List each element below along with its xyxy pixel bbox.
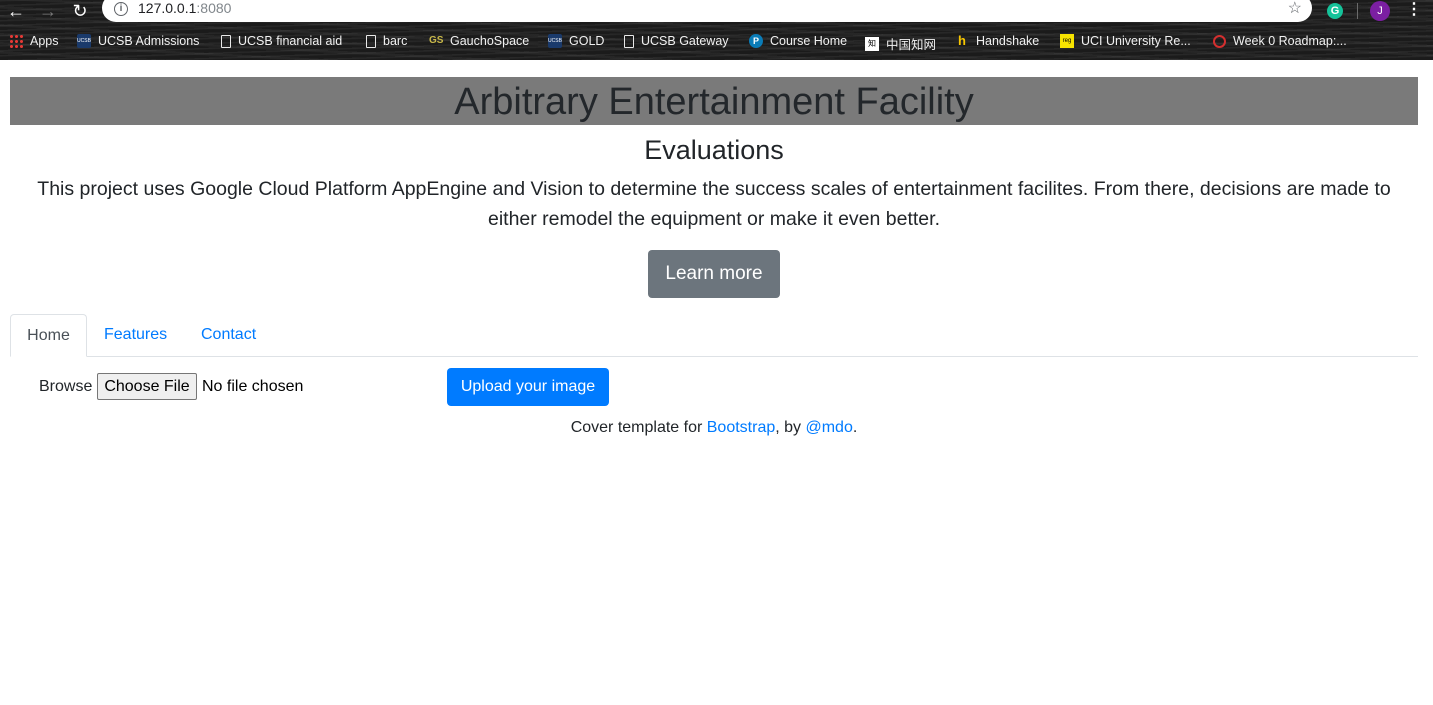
- bookmark-handshake[interactable]: h Handshake: [955, 33, 1040, 49]
- choose-file-button[interactable]: Choose File: [97, 373, 197, 400]
- bookmark-label: GauchoSpace: [450, 34, 530, 48]
- toolbar-divider: [1357, 3, 1358, 19]
- url-host: 127.0.0.1: [138, 0, 197, 16]
- site-info-icon[interactable]: i: [114, 2, 128, 16]
- url-port: :8080: [196, 0, 232, 16]
- gauchospace-icon: GS: [429, 35, 444, 46]
- document-icon: [221, 34, 231, 48]
- bookmark-barc[interactable]: barc: [364, 34, 407, 48]
- bookmark-gauchospace[interactable]: GS GauchoSpace: [429, 34, 529, 48]
- reload-icon[interactable]: ↻: [69, 0, 91, 22]
- document-icon: [624, 34, 634, 48]
- page-title: Arbitrary Entertainment Facility: [10, 77, 1418, 125]
- handshake-icon: h: [958, 33, 966, 48]
- tab-features[interactable]: Features: [104, 314, 167, 357]
- bookmark-week0-roadmap[interactable]: Week 0 Roadmap:...: [1213, 34, 1347, 48]
- footer-suffix: .: [852, 419, 858, 436]
- bookmark-cnki[interactable]: 知 中国知网: [865, 34, 936, 53]
- back-arrow-icon[interactable]: ←: [5, 0, 27, 22]
- reg-icon: reg: [1060, 34, 1074, 48]
- bookmark-course-home[interactable]: P Course Home: [749, 34, 847, 48]
- mdo-link[interactable]: @mdo: [805, 419, 852, 436]
- bookmark-label: Handshake: [976, 34, 1040, 48]
- nav-tabs: Home Features Contact: [10, 314, 1418, 357]
- file-status-text: No file chosen: [202, 378, 304, 395]
- footer-credit: Cover template for Bootstrap, by @mdo.: [0, 417, 1428, 439]
- address-bar[interactable]: i 127.0.0.1:8080 ☆: [102, 0, 1312, 22]
- bookmark-label: UCSB Admissions: [98, 34, 200, 48]
- bootstrap-link[interactable]: Bootstrap: [707, 419, 775, 436]
- bookmark-label: GOLD: [569, 34, 605, 48]
- bookmark-label: UCSB Gateway: [641, 34, 729, 48]
- document-icon: [366, 34, 376, 48]
- cnki-icon: 知: [865, 36, 879, 51]
- browser-menu-icon[interactable]: ⋮: [1406, 1, 1422, 21]
- bookmark-apps[interactable]: Apps: [9, 34, 59, 48]
- tab-home[interactable]: Home: [10, 314, 87, 357]
- bookmark-uci-university[interactable]: reg UCI University Re...: [1060, 34, 1191, 48]
- bookmark-label: Week 0 Roadmap:...: [1233, 34, 1347, 48]
- footer-prefix: Cover template for: [570, 419, 707, 436]
- bookmark-label: UCI University Re...: [1081, 34, 1191, 48]
- bookmark-label: Course Home: [770, 34, 848, 48]
- page-content: Arbitrary Entertainment Facility Evaluat…: [0, 60, 1433, 705]
- profile-avatar[interactable]: J: [1370, 1, 1390, 21]
- bookmark-ucsb-admissions[interactable]: UCSB UCSB Admissions: [77, 34, 199, 48]
- apps-grid-icon: [9, 34, 23, 48]
- grammarly-extension-icon[interactable]: G: [1327, 3, 1343, 19]
- bookmark-star-icon[interactable]: ☆: [1288, 0, 1302, 18]
- tab-contact[interactable]: Contact: [201, 314, 256, 357]
- upload-image-button[interactable]: Upload your image: [447, 368, 609, 406]
- ucsb-icon: UCSB: [77, 34, 91, 48]
- bookmark-ucsb-gateway[interactable]: UCSB Gateway: [622, 34, 729, 48]
- bookmark-label: Apps: [30, 34, 59, 48]
- bookmark-label: 中国知网: [886, 38, 937, 52]
- bookmarks-bar: Apps UCSB UCSB Admissions UCSB financial…: [0, 31, 1433, 53]
- bookmark-ucsb-financial-aid[interactable]: UCSB financial aid: [219, 34, 342, 48]
- bookmark-label: UCSB financial aid: [238, 34, 343, 48]
- browse-label: Browse: [39, 378, 93, 395]
- page-subtitle: Evaluations: [644, 135, 784, 165]
- browser-chrome: ← → ↻ i 127.0.0.1:8080 ☆ G J ⋮ Apps UCSB…: [0, 0, 1433, 60]
- footer-middle: , by: [775, 419, 806, 436]
- bookmark-gold[interactable]: UCSB GOLD: [548, 34, 604, 48]
- bookmark-label: barc: [383, 34, 408, 48]
- learn-more-button[interactable]: Learn more: [648, 250, 780, 298]
- project-description: This project uses Google Cloud Platform …: [37, 178, 1391, 230]
- red-circle-icon: [1213, 34, 1226, 48]
- pearson-icon: P: [749, 34, 763, 48]
- ucsb-icon: UCSB: [548, 34, 562, 48]
- forward-arrow-icon[interactable]: →: [37, 0, 59, 22]
